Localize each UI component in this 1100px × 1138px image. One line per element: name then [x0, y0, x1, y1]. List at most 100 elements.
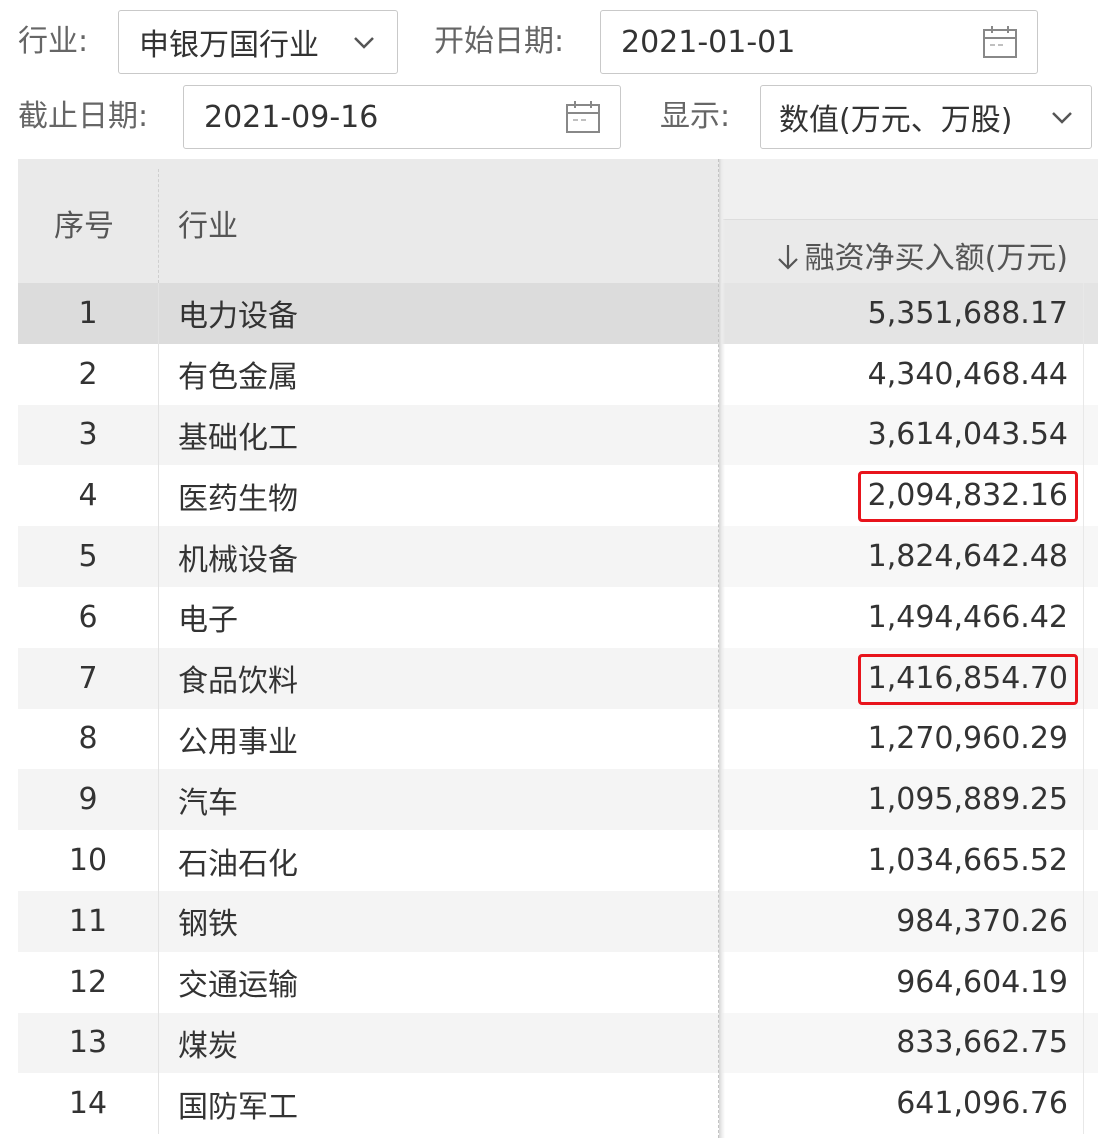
cell-industry: 国防军工 — [178, 1089, 298, 1125]
table-row[interactable]: 8 公用事业 1,270,960.29 — [18, 708, 1098, 770]
table-row[interactable]: 9 汽车 1,095,889.25 — [18, 769, 1098, 831]
chevron-down-icon — [1052, 112, 1072, 124]
cell-industry: 钢铁 — [178, 907, 238, 943]
column-separator — [158, 890, 159, 952]
column-separator — [158, 465, 159, 527]
column-separator — [158, 169, 160, 283]
cell-net-buy-value: 4,340,468.44 — [867, 356, 1068, 392]
cell-net-buy-value: 641,096.76 — [896, 1086, 1068, 1122]
table-row[interactable]: 5 机械设备 1,824,642.48 — [18, 526, 1098, 587]
cell-net-buy-value: 1,416,854.70 — [867, 660, 1068, 696]
cell-seq: 8 — [78, 721, 98, 757]
cell-industry: 机械设备 — [178, 542, 298, 578]
calendar-icon[interactable] — [564, 98, 602, 136]
cell-industry: 石油石化 — [178, 846, 298, 882]
table-row[interactable]: 13 煤炭 833,662.75 — [18, 1012, 1098, 1074]
header-group-cell — [723, 159, 1098, 220]
cell-net-buy-value: 964,604.19 — [896, 964, 1068, 1000]
cell-seq: 1 — [78, 295, 98, 331]
cell-seq: 7 — [78, 660, 98, 696]
column-separator — [158, 343, 159, 405]
column-separator — [1083, 647, 1084, 709]
column-separator — [158, 404, 159, 466]
cell-net-buy-value: 1,824,642.48 — [867, 539, 1068, 575]
table-row[interactable]: 11 钢铁 984,370.26 — [18, 890, 1098, 952]
column-header-industry[interactable]: 行业 — [178, 201, 238, 245]
cell-seq: 4 — [78, 478, 98, 514]
cell-industry: 电力设备 — [178, 299, 298, 335]
table-row[interactable]: 3 基础化工 3,614,043.54 — [18, 404, 1098, 466]
cell-industry: 食品饮料 — [178, 664, 298, 700]
industry-select[interactable]: 申银万国行业 — [118, 10, 398, 74]
industry-margin-table: 序号 行业 融资净买入额(万元) 1 电力设备 5,351,688.17 2 有色金属 4… — [18, 159, 1098, 1138]
table-row[interactable]: 6 电子 1,494,466.42 — [18, 586, 1098, 648]
column-separator — [158, 951, 159, 1013]
cell-net-buy-value: 984,370.26 — [896, 903, 1068, 939]
table-row[interactable]: 10 石油石化 1,034,665.52 — [18, 830, 1098, 891]
cell-industry: 基础化工 — [178, 420, 298, 456]
cell-net-buy-value: 833,662.75 — [896, 1025, 1068, 1061]
column-separator — [1083, 951, 1084, 1013]
cell-seq: 9 — [78, 782, 98, 818]
table-row[interactable]: 7 食品饮料 1,416,854.70 — [18, 647, 1098, 709]
cell-industry: 电子 — [178, 603, 238, 639]
cell-seq: 6 — [78, 599, 98, 635]
cell-seq: 2 — [78, 356, 98, 392]
cell-net-buy-value: 1,095,889.25 — [867, 782, 1068, 818]
column-separator — [158, 586, 159, 648]
column-separator — [1083, 708, 1084, 770]
industry-select-value: 申银万国行业 — [139, 28, 319, 63]
column-separator — [158, 708, 159, 770]
end-date-label: 截止日期: — [18, 99, 149, 134]
arrow-down-icon — [777, 245, 798, 270]
start-date-value: 2021-01-01 — [621, 24, 796, 60]
column-separator — [158, 526, 159, 587]
table-body: 1 电力设备 5,351,688.17 2 有色金属 4,340,468.44 3 基础化工 3… — [18, 283, 1098, 1135]
start-date-input[interactable]: 2021-01-01 — [600, 10, 1038, 74]
display-select[interactable]: 数值(万元、万股) — [760, 85, 1092, 149]
end-date-input[interactable]: 2021-09-16 — [183, 85, 621, 149]
cell-seq: 11 — [68, 903, 108, 939]
table-row[interactable]: 4 医药生物 2,094,832.16 — [18, 465, 1098, 527]
column-separator — [1083, 343, 1084, 405]
cell-seq: 14 — [68, 1086, 108, 1122]
end-date-value: 2021-09-16 — [204, 99, 379, 135]
cell-seq: 3 — [78, 417, 98, 453]
column-separator — [158, 769, 159, 831]
cell-seq: 12 — [68, 964, 108, 1000]
cell-seq: 10 — [68, 843, 108, 879]
column-separator — [1083, 769, 1084, 831]
cell-net-buy-value: 1,270,960.29 — [867, 721, 1068, 757]
table-row[interactable]: 12 交通运输 964,604.19 — [18, 951, 1098, 1013]
column-separator — [1083, 1012, 1084, 1074]
frozen-column-divider — [718, 159, 725, 1138]
cell-net-buy-value: 5,351,688.17 — [867, 295, 1068, 331]
column-separator — [158, 1012, 159, 1074]
cell-net-buy-value: 2,094,832.16 — [867, 478, 1068, 514]
cell-net-buy-value: 1,034,665.52 — [867, 843, 1068, 879]
table-row[interactable]: 1 电力设备 5,351,688.17 — [18, 283, 1098, 344]
column-header-net-buy[interactable]: 融资净买入额(万元) — [775, 233, 1068, 277]
cell-net-buy-value: 1,494,466.42 — [867, 599, 1068, 635]
column-separator — [158, 647, 159, 709]
table-header: 序号 行业 融资净买入额(万元) — [18, 159, 1098, 283]
calendar-icon[interactable] — [981, 23, 1019, 61]
chevron-down-icon — [354, 37, 374, 49]
column-separator — [1083, 586, 1084, 648]
industry-filter-label: 行业: — [18, 24, 89, 59]
column-header-seq[interactable]: 序号 — [54, 201, 114, 245]
column-separator — [1083, 1073, 1084, 1135]
cell-industry: 煤炭 — [178, 1028, 238, 1064]
column-separator — [158, 283, 159, 344]
cell-industry: 汽车 — [178, 785, 238, 821]
start-date-label: 开始日期: — [434, 24, 565, 59]
cell-seq: 5 — [78, 539, 98, 575]
cell-industry: 公用事业 — [178, 724, 298, 760]
column-separator — [1083, 526, 1084, 587]
table-row[interactable]: 14 国防军工 641,096.76 — [18, 1073, 1098, 1135]
column-separator — [1083, 404, 1084, 466]
cell-industry: 有色金属 — [178, 360, 298, 396]
cell-industry: 医药生物 — [178, 481, 298, 517]
table-row[interactable]: 2 有色金属 4,340,468.44 — [18, 343, 1098, 405]
cell-net-buy-value: 3,614,043.54 — [867, 417, 1068, 453]
